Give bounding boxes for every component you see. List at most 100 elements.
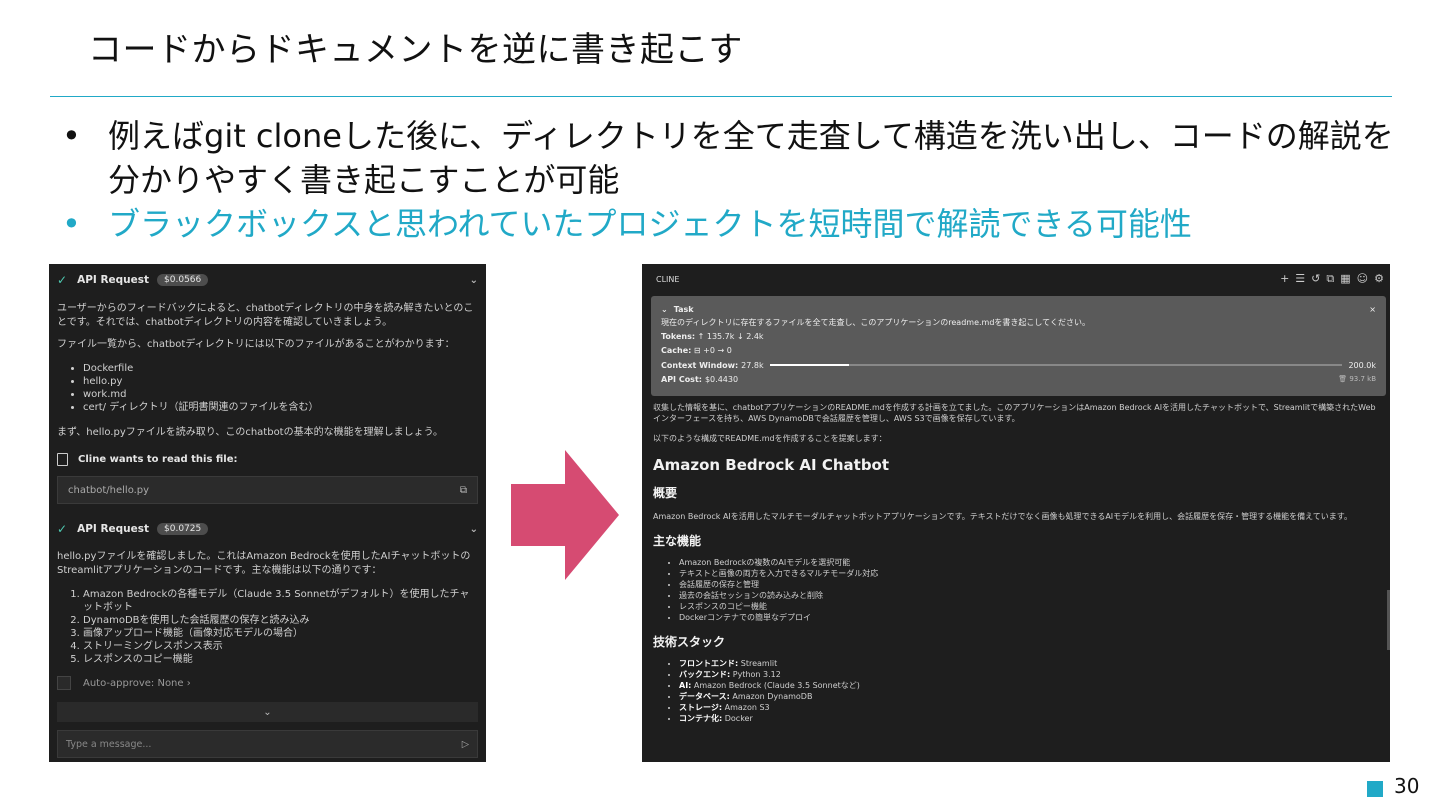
stack-key: バックエンド: xyxy=(679,670,731,679)
scrollbar[interactable] xyxy=(1387,590,1390,650)
grid-icon[interactable]: ▦ xyxy=(1340,272,1350,286)
account-icon[interactable]: ☺ xyxy=(1357,272,1368,286)
chevron-down-icon[interactable]: ⌄ xyxy=(470,275,478,286)
message-paragraph: 以下のような構成でREADME.mdを作成することを提案します： xyxy=(653,434,887,443)
stack-value: Streamlit xyxy=(738,659,778,668)
task-label: Task xyxy=(673,304,694,314)
cost-value: $0.4430 xyxy=(704,374,739,384)
list-item: コンテナ化: Docker xyxy=(679,713,1382,724)
readme-content: 収集した情報を基に、chatbotアプリケーションのREADME.mdを作成する… xyxy=(653,402,1382,724)
chevron-down-icon[interactable]: ⌄ xyxy=(661,305,668,314)
stack-value: Python 3.12 xyxy=(730,670,781,679)
auto-approve-toggle[interactable]: Auto-approve: None › xyxy=(57,676,478,690)
task-description: 現在のディレクトリに存在するファイルを全て走査し、このアプリケーションのread… xyxy=(661,318,1090,327)
tech-stack-list: フロントエンド: Streamlit バックエンド: Python 3.12 A… xyxy=(653,658,1382,724)
list-item: バックエンド: Python 3.12 xyxy=(679,669,1382,680)
right-arrow-icon xyxy=(511,450,619,580)
feature-list: Amazon Bedrockの複数のAIモデルを選択可能 テキストと画像の両方を… xyxy=(653,557,1382,623)
list-item: データベース: Amazon DynamoDB xyxy=(679,691,1382,702)
cache-label: Cache: xyxy=(661,346,692,355)
message-paragraph: hello.pyファイルを確認しました。これはAmazon Bedrockを使用… xyxy=(57,551,471,576)
read-file-header: Cline wants to read this file: xyxy=(57,453,478,466)
list-item: Dockerfile xyxy=(83,362,478,375)
chevron-down-icon[interactable]: ⌄ xyxy=(470,524,478,535)
file-icon xyxy=(57,453,68,466)
external-link-icon[interactable]: ⧉ xyxy=(1326,272,1334,286)
list-item: cert/ ディレクトリ（証明書関連のファイルを含む） xyxy=(83,401,478,414)
check-icon: ✓ xyxy=(57,273,68,287)
page-number: 30 xyxy=(1394,774,1420,798)
history-icon[interactable]: ↺ xyxy=(1311,272,1320,286)
cost-badge: $0.0566 xyxy=(157,274,209,286)
list-item: Amazon Bedrockの各種モデル（Claude 3.5 Sonnetがデ… xyxy=(83,588,478,614)
list-item: DynamoDBを使用した会話履歴の保存と読み込み xyxy=(83,614,478,627)
list-item: レスポンスのコピー機能 xyxy=(679,601,1382,612)
bullet-text: ブラックボックスと思われていたプロジェクトを短時間で解読できる可能性 xyxy=(108,205,1192,243)
bullet-list: • 例えばgit cloneした後に、ディレクトリを全て走査して構造を洗い出し、… xyxy=(60,114,1400,246)
message-input[interactable]: Type a message... ▷ xyxy=(57,730,478,758)
cache-row: Cache: ⊟ +0 → 0 xyxy=(661,344,1376,358)
stack-key: フロントエンド: xyxy=(679,659,739,668)
list-item: ストレージ: Amazon S3 xyxy=(679,702,1382,713)
context-max: 200.0k xyxy=(1348,360,1376,370)
page-marker xyxy=(1367,781,1383,797)
message-paragraph: ユーザーからのフィードバックによると、chatbotディレクトリの中身を読み解き… xyxy=(57,303,474,328)
file-list: Dockerfile hello.py work.md cert/ ディレクトリ… xyxy=(57,362,478,414)
close-icon[interactable]: × xyxy=(1369,305,1376,314)
plus-icon[interactable]: + xyxy=(1280,272,1289,286)
gear-icon[interactable]: ⚙ xyxy=(1374,272,1384,286)
context-progress-fill xyxy=(769,364,850,366)
scroll-to-bottom-button[interactable]: ⌄ xyxy=(57,702,478,722)
context-used: 27.8k xyxy=(741,360,764,370)
stack-value: Amazon S3 xyxy=(722,703,770,712)
api-request-header[interactable]: ✓ API Request $0.0725 ⌄ xyxy=(57,521,478,537)
api-request-header[interactable]: ✓ API Request $0.0566 ⌄ xyxy=(57,272,478,288)
file-path-box[interactable]: chatbot/hello.py ⧉ xyxy=(57,476,478,504)
task-header[interactable]: ⌄ Task × xyxy=(661,302,1376,316)
tokens-value: ↑ 135.7k ↓ 2.4k xyxy=(697,332,764,341)
slide-title: コードからドキュメントを逆に書き起こす xyxy=(88,30,743,70)
list-item: フロントエンド: Streamlit xyxy=(679,658,1382,669)
stack-key: ストレージ: xyxy=(679,703,723,712)
auto-approve-checkbox[interactable] xyxy=(57,676,71,690)
chevron-down-icon: ⌄ xyxy=(263,706,272,718)
trash-icon[interactable]: 🗑 xyxy=(1338,375,1347,383)
bullet-item: • 例えばgit cloneした後に、ディレクトリを全て走査して構造を洗い出し、… xyxy=(60,114,1400,202)
api-request-label: API Request xyxy=(77,523,150,535)
list-item: hello.py xyxy=(83,375,478,388)
cost-badge: $0.0725 xyxy=(157,523,209,535)
list-item: レスポンスのコピー機能 xyxy=(83,653,478,666)
external-link-icon[interactable]: ⧉ xyxy=(460,485,467,496)
list-item: Amazon Bedrockの複数のAIモデルを選択可能 xyxy=(679,557,1382,568)
cline-readme-screenshot: CLINE + ☰ ↺ ⧉ ▦ ☺ ⚙ ⌄ Task × 現在のディレクトリに存… xyxy=(642,264,1390,762)
auto-approve-label: Auto-approve: None › xyxy=(83,677,191,689)
list-item: 過去の会話セッションの読み込みと削除 xyxy=(679,590,1382,601)
storage-indicator: 🗑 93.7 kB xyxy=(1338,375,1376,383)
cost-label: API Cost: xyxy=(661,374,702,384)
toolbar: + ☰ ↺ ⧉ ▦ ☺ ⚙ xyxy=(1280,272,1384,286)
message-placeholder: Type a message... xyxy=(66,738,152,750)
file-path: chatbot/hello.py xyxy=(68,484,150,496)
overview-text: Amazon Bedrock AIを活用したマルチモーダルチャットボットアプリケ… xyxy=(653,512,1352,521)
message-paragraph: ファイル一覧から、chatbotディレクトリには以下のファイルがあることがわかり… xyxy=(57,339,455,350)
title-divider xyxy=(50,96,1392,97)
server-icon[interactable]: ☰ xyxy=(1295,272,1305,286)
readme-title: Amazon Bedrock AI Chatbot xyxy=(653,456,890,474)
check-icon: ✓ xyxy=(57,522,68,536)
cline-title: CLINE xyxy=(656,274,680,284)
message-paragraph: まず、hello.pyファイルを読み取り、このchatbotの基本的な機能を理解… xyxy=(57,427,444,438)
api-cost-row: API Cost: $0.4430 🗑 93.7 kB xyxy=(661,372,1376,386)
stack-value: Amazon Bedrock (Claude 3.5 Sonnetなど) xyxy=(691,681,860,690)
context-label: Context Window: xyxy=(661,360,739,370)
stack-value: Docker xyxy=(722,714,753,723)
list-item: テキストと画像の両方を入力できるマルチモーダル対応 xyxy=(679,568,1382,579)
message-paragraph: 収集した情報を基に、chatbotアプリケーションのREADME.mdを作成する… xyxy=(653,403,1376,423)
list-item: ストリーミングレスポンス表示 xyxy=(83,640,478,653)
api-request-label: API Request xyxy=(77,274,150,286)
bullet-text: 例えばgit cloneした後に、ディレクトリを全て走査して構造を洗い出し、コー… xyxy=(108,117,1394,199)
list-item: Dockerコンテナでの簡単なデプロイ xyxy=(679,612,1382,623)
context-progress-bar xyxy=(769,364,1343,366)
read-file-label: Cline wants to read this file: xyxy=(78,454,238,465)
send-icon[interactable]: ▷ xyxy=(462,739,469,750)
stack-key: コンテナ化: xyxy=(679,714,723,723)
